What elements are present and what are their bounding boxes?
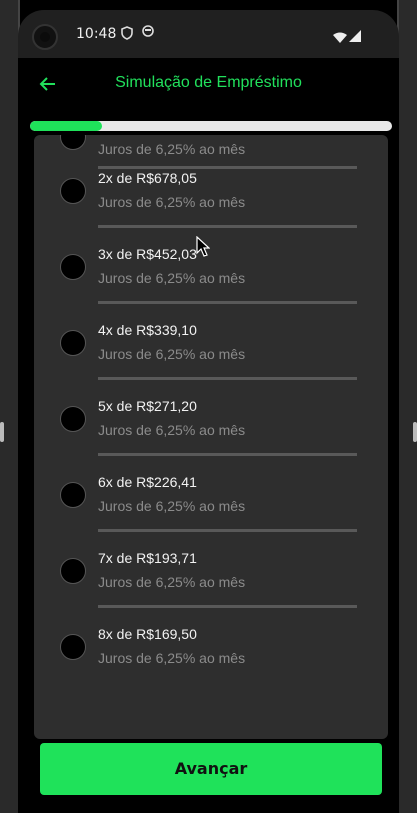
divider [98,377,357,380]
radio-button[interactable] [60,135,86,150]
radio-button[interactable] [60,558,86,584]
status-time: 10:48 [76,26,117,42]
divider [98,301,357,304]
device-frame: 10:48 Simulação de Empréstimo Juros de 6… [0,0,417,813]
list-item[interactable]: 7x de R$193,71 Juros de 6,25% ao mês [34,550,388,626]
divider [98,453,357,456]
option-subtitle: Juros de 6,25% ao mês [98,422,246,438]
list-item[interactable]: Juros de 6,25% ao mês [34,135,388,169]
app-notification-icon [142,25,156,39]
progress-fill [30,121,103,131]
divider [98,605,357,608]
phone-bezel-left [0,0,20,813]
option-title: 2x de R$678,05 [98,170,197,186]
list-item[interactable]: 6x de R$226,41 Juros de 6,25% ao mês [34,474,388,550]
side-button-left[interactable] [0,422,4,442]
option-subtitle: Juros de 6,25% ao mês [98,194,246,210]
list-item[interactable]: 3x de R$452,03 Juros de 6,25% ao mês [34,246,388,322]
option-subtitle: Juros de 6,25% ao mês [98,346,246,362]
list-item[interactable]: 8x de R$169,50 Juros de 6,25% ao mês [34,626,388,702]
option-subtitle: Juros de 6,25% ao mês [98,270,246,286]
radio-button[interactable] [60,178,86,204]
option-subtitle: Juros de 6,25% ao mês [98,141,246,157]
option-subtitle: Juros de 6,25% ao mês [98,650,246,666]
radio-button[interactable] [60,634,86,660]
front-camera [32,24,58,50]
option-title: 4x de R$339,10 [98,322,197,338]
installment-list[interactable]: Juros de 6,25% ao mês 2x de R$678,05 Jur… [34,135,388,739]
page-title: Simulação de Empréstimo [115,74,302,91]
list-item[interactable]: 2x de R$678,05 Juros de 6,25% ao mês [34,170,388,246]
option-title: 8x de R$169,50 [98,626,197,642]
phone-bezel-right [397,0,417,813]
advance-button[interactable]: Avançar [40,743,382,795]
radio-button[interactable] [60,330,86,356]
option-title: 7x de R$193,71 [98,550,197,566]
radio-button[interactable] [60,482,86,508]
status-bar: 10:48 [18,10,399,58]
radio-button[interactable] [60,254,86,280]
option-title: 5x de R$271,20 [98,398,197,414]
shield-icon [121,26,135,42]
divider [98,166,357,169]
mouse-cursor-icon [196,235,211,262]
divider [98,225,357,228]
radio-button[interactable] [60,406,86,432]
divider [98,529,357,532]
wifi-icon [333,28,347,47]
progress-bar [30,121,392,131]
option-title: 3x de R$452,03 [98,246,197,262]
option-subtitle: Juros de 6,25% ao mês [98,574,246,590]
option-title: 6x de R$226,41 [98,474,197,490]
app-screen: Simulação de Empréstimo Juros de 6,25% a… [18,58,399,813]
list-item[interactable]: 4x de R$339,10 Juros de 6,25% ao mês [34,322,388,398]
side-button-right[interactable] [413,422,417,442]
signal-icon [349,27,361,46]
option-subtitle: Juros de 6,25% ao mês [98,498,246,514]
list-item[interactable]: 5x de R$271,20 Juros de 6,25% ao mês [34,398,388,474]
